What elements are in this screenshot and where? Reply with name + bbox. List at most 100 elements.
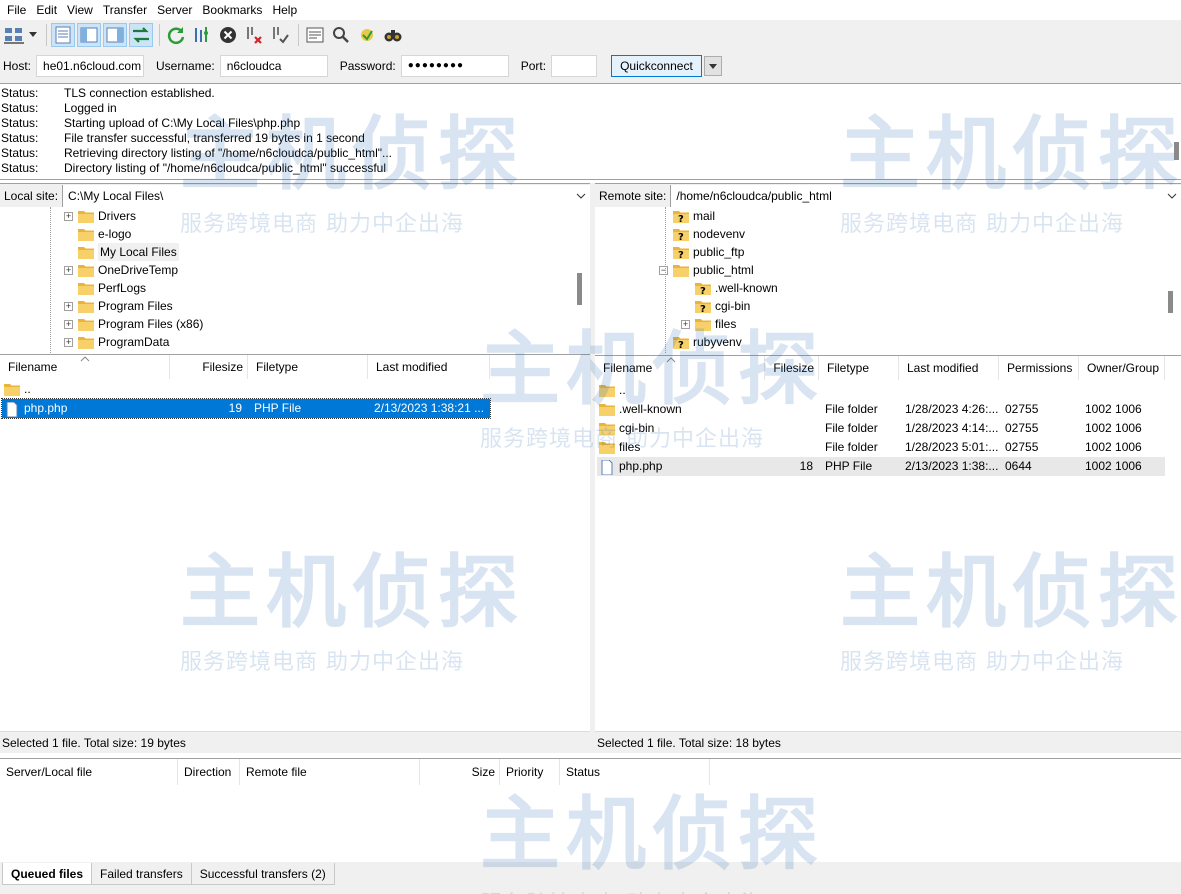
queue-col-server-local-file[interactable]: Server/Local file — [0, 759, 178, 786]
queue-col-size[interactable]: Size — [420, 759, 500, 786]
local-tree-item[interactable]: My Local Files — [64, 243, 179, 261]
log-line: Status: Logged in — [0, 101, 1181, 116]
expand-plus-icon[interactable]: + — [64, 319, 73, 329]
collapse-minus-icon[interactable]: − — [659, 265, 668, 275]
remote-col-last-modified[interactable]: Last modified — [899, 356, 999, 381]
remote-col-owner-group[interactable]: Owner/Group — [1079, 356, 1165, 381]
port-label: Port: — [520, 59, 547, 73]
expand-plus-icon[interactable]: + — [64, 337, 73, 347]
toolbar-separator — [159, 23, 160, 46]
queue-col-remote-file[interactable]: Remote file — [240, 759, 420, 786]
remote-file-name: cgi-bin — [619, 421, 655, 435]
menu-server[interactable]: Server — [152, 0, 197, 20]
remote-file-type: File folder — [825, 402, 878, 416]
local-col-last-modified[interactable]: Last modified — [368, 355, 490, 380]
remote-file-row[interactable]: php.php 18 PHP File 2/13/2023 1:38:... 0644 1… — [597, 457, 1165, 476]
host-input[interactable]: he01.n6cloud.com — [36, 55, 145, 77]
local-file-type: PHP File — [254, 401, 302, 415]
toggle-local-tree-icon[interactable] — [77, 22, 101, 47]
remote-file-owner: 1002 1006 — [1085, 421, 1142, 435]
local-col-filename[interactable]: Filename — [0, 355, 170, 380]
toggle-remote-tree-icon[interactable] — [103, 22, 127, 47]
remote-tree-scrollbar[interactable] — [1168, 291, 1173, 313]
folder-icon — [78, 210, 94, 223]
local-tree-item[interactable]: + Program Files (x86) — [64, 315, 203, 333]
local-site-path-input[interactable]: C:\My Local Files\ — [63, 184, 590, 207]
remote-file-row[interactable]: .. — [597, 381, 1165, 400]
site-manager-icon[interactable] — [2, 23, 26, 47]
remote-site-path-input[interactable]: /home/n6cloudca/public_html — [671, 184, 1181, 207]
remote-file-row[interactable]: files File folder 1/28/2023 5:01:... 02755 1… — [597, 438, 1165, 457]
local-file-row[interactable]: php.php 19 PHP File 2/13/2023 1:38:21 ... — [1, 398, 491, 419]
local-file-name: php.php — [24, 401, 68, 415]
remote-tree-item[interactable]: ? .well-known — [681, 279, 778, 297]
compare-directories-icon[interactable] — [355, 23, 379, 47]
menu-bookmarks[interactable]: Bookmarks — [197, 0, 267, 20]
folder-icon — [599, 441, 615, 454]
menu-view[interactable]: View — [62, 0, 98, 20]
local-tree-item[interactable]: + Drivers — [64, 207, 136, 225]
expand-plus-icon[interactable]: + — [64, 301, 73, 311]
toggle-transfer-queue-icon[interactable] — [129, 22, 153, 47]
remote-tree-item[interactable]: − public_html — [659, 261, 754, 279]
remote-tree-item[interactable]: ? mail — [659, 207, 715, 225]
remote-col-filename[interactable]: Filename — [595, 356, 765, 381]
remote-file-row[interactable]: .well-known File folder 1/28/2023 4:26:...… — [597, 400, 1165, 419]
local-col-filesize[interactable]: Filesize — [170, 355, 248, 380]
refresh-icon[interactable] — [164, 23, 188, 47]
remote-tree-item[interactable]: ? public_ftp — [659, 243, 744, 261]
quickconnect-button[interactable]: Quickconnect — [611, 55, 702, 77]
local-tree-item[interactable]: e-logo — [64, 225, 131, 243]
password-input[interactable]: ●●●●●●●● — [400, 55, 509, 77]
local-tree-scrollbar[interactable] — [577, 273, 582, 305]
username-input[interactable]: n6cloudca — [219, 55, 328, 77]
expand-plus-icon[interactable]: + — [681, 319, 690, 329]
remote-tree-item[interactable]: ? nodevenv — [659, 225, 745, 243]
remote-tree-item[interactable]: ? rubyvenv — [659, 333, 742, 351]
unknown-folder-icon: ? — [673, 228, 689, 243]
menu-file[interactable]: File — [2, 0, 31, 20]
search-files-icon[interactable] — [381, 23, 405, 47]
svg-text:?: ? — [678, 340, 684, 349]
expand-plus-icon[interactable]: + — [64, 265, 73, 275]
tab-successful-transfers[interactable]: Successful transfers (2) — [190, 863, 335, 885]
queue-col-priority[interactable]: Priority — [500, 759, 560, 786]
tab-queued-files[interactable]: Queued files — [2, 863, 93, 885]
toggle-message-log-icon[interactable] — [51, 22, 75, 47]
log-message: File transfer successful, transferred 19… — [64, 131, 365, 145]
menu-transfer[interactable]: Transfer — [98, 0, 152, 20]
local-file-list: .. php.php 19 PHP File 2/13/2023 1:38:21 ... — [0, 379, 590, 731]
quickconnect-history-dropdown-icon[interactable] — [703, 56, 722, 76]
local-tree-item[interactable]: + OneDriveTemp — [64, 261, 178, 279]
expand-plus-icon[interactable]: + — [64, 211, 73, 221]
local-tree-item-label: My Local Files — [98, 243, 179, 261]
remote-col-filesize[interactable]: Filesize — [765, 356, 819, 381]
toggle-sync-browsing-icon[interactable] — [329, 23, 353, 47]
menu-edit[interactable]: Edit — [31, 0, 62, 20]
remote-col-permissions[interactable]: Permissions — [999, 356, 1079, 381]
tab-failed-transfers[interactable]: Failed transfers — [91, 863, 192, 885]
remote-col-filetype[interactable]: Filetype — [819, 356, 899, 381]
process-queue-icon[interactable] — [190, 23, 214, 47]
remote-file-row[interactable]: cgi-bin File folder 1/28/2023 4:14:... 0275… — [597, 419, 1165, 438]
remote-tree-item[interactable]: ? cgi-bin — [681, 297, 750, 315]
local-tree-item[interactable]: + Program Files — [64, 297, 173, 315]
local-file-row[interactable]: .. — [2, 380, 490, 399]
queue-col-status[interactable]: Status — [560, 759, 710, 786]
site-manager-dropdown-icon[interactable] — [28, 23, 38, 47]
disconnect-icon[interactable] — [242, 23, 266, 47]
reconnect-icon[interactable] — [268, 23, 292, 47]
menu-help[interactable]: Help — [267, 0, 302, 20]
message-log-scrollbar[interactable] — [1174, 142, 1179, 160]
local-col-filetype[interactable]: Filetype — [248, 355, 368, 380]
directory-filter-icon[interactable] — [303, 23, 327, 47]
remote-tree-item[interactable]: + files — [681, 315, 736, 333]
cancel-icon[interactable] — [216, 23, 240, 47]
local-tree-item[interactable]: + ProgramData — [64, 333, 169, 351]
local-tree-item-label: PerfLogs — [98, 281, 147, 295]
queue-col-direction[interactable]: Direction — [178, 759, 240, 786]
remote-file-list-header: Filename Filesize Filetype Last modified… — [595, 355, 1181, 381]
unknown-folder-icon: ? — [695, 300, 711, 315]
local-tree-item[interactable]: PerfLogs — [64, 279, 146, 297]
port-input[interactable] — [551, 55, 598, 77]
